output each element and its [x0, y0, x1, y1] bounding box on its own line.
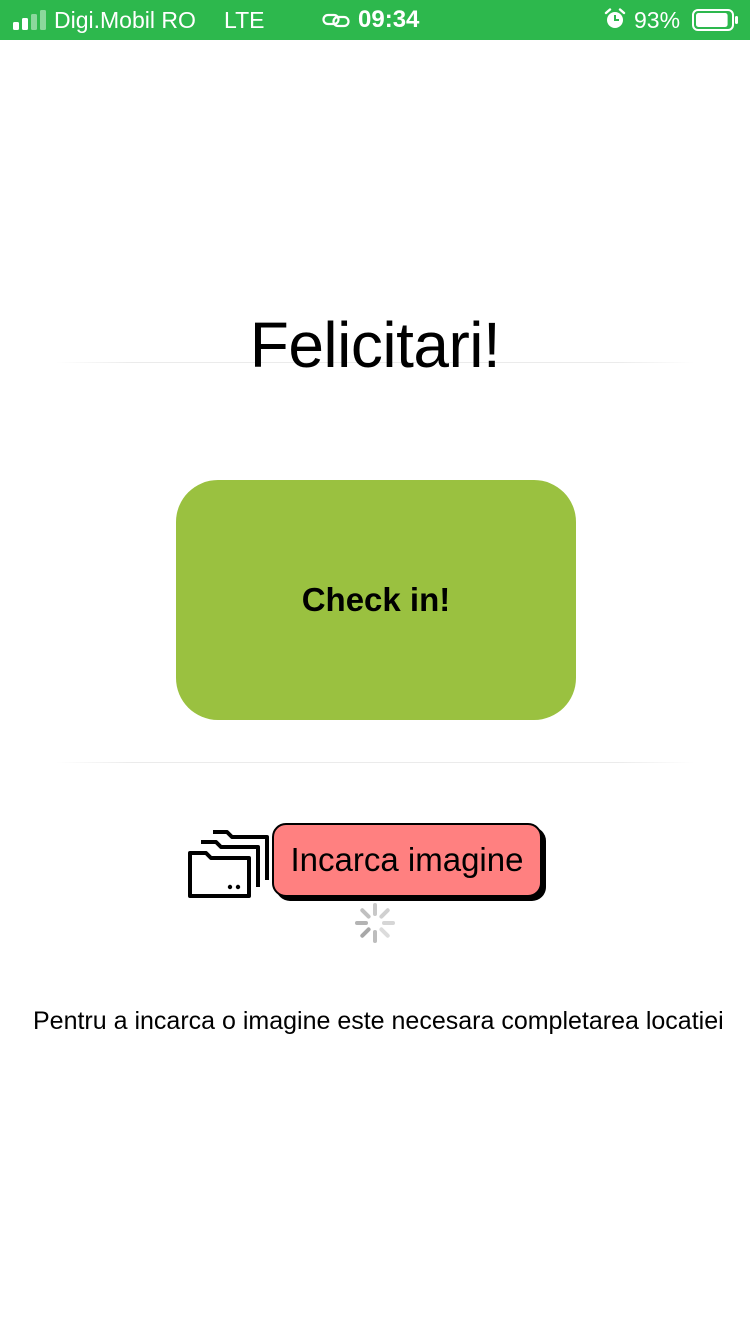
alarm-icon: [604, 8, 626, 28]
folders-icon[interactable]: [187, 826, 271, 900]
upload-image-button[interactable]: Incarca imagine: [272, 823, 542, 897]
signal-icon: [13, 10, 47, 30]
divider-bottom: [55, 762, 695, 763]
battery-icon: [692, 9, 738, 31]
check-in-label: Check in!: [301, 581, 451, 618]
clock: 09:34: [358, 6, 420, 33]
carrier-name: Digi.Mobil RO: [54, 7, 196, 33]
status-bar: Digi.Mobil RO LTE 09:34 93%: [0, 0, 750, 40]
check-in-button[interactable]: Check in!: [176, 480, 576, 720]
upload-image-label: Incarca imagine: [290, 841, 524, 878]
network-type: LTE: [224, 7, 265, 33]
location-required-notice: Pentru a incarca o imagine este necesara…: [33, 1007, 724, 1035]
battery-percent: 93%: [634, 7, 681, 33]
page-title: Felicitari!: [249, 309, 501, 381]
spinner-icon: [355, 903, 395, 943]
link-icon: [322, 13, 350, 28]
